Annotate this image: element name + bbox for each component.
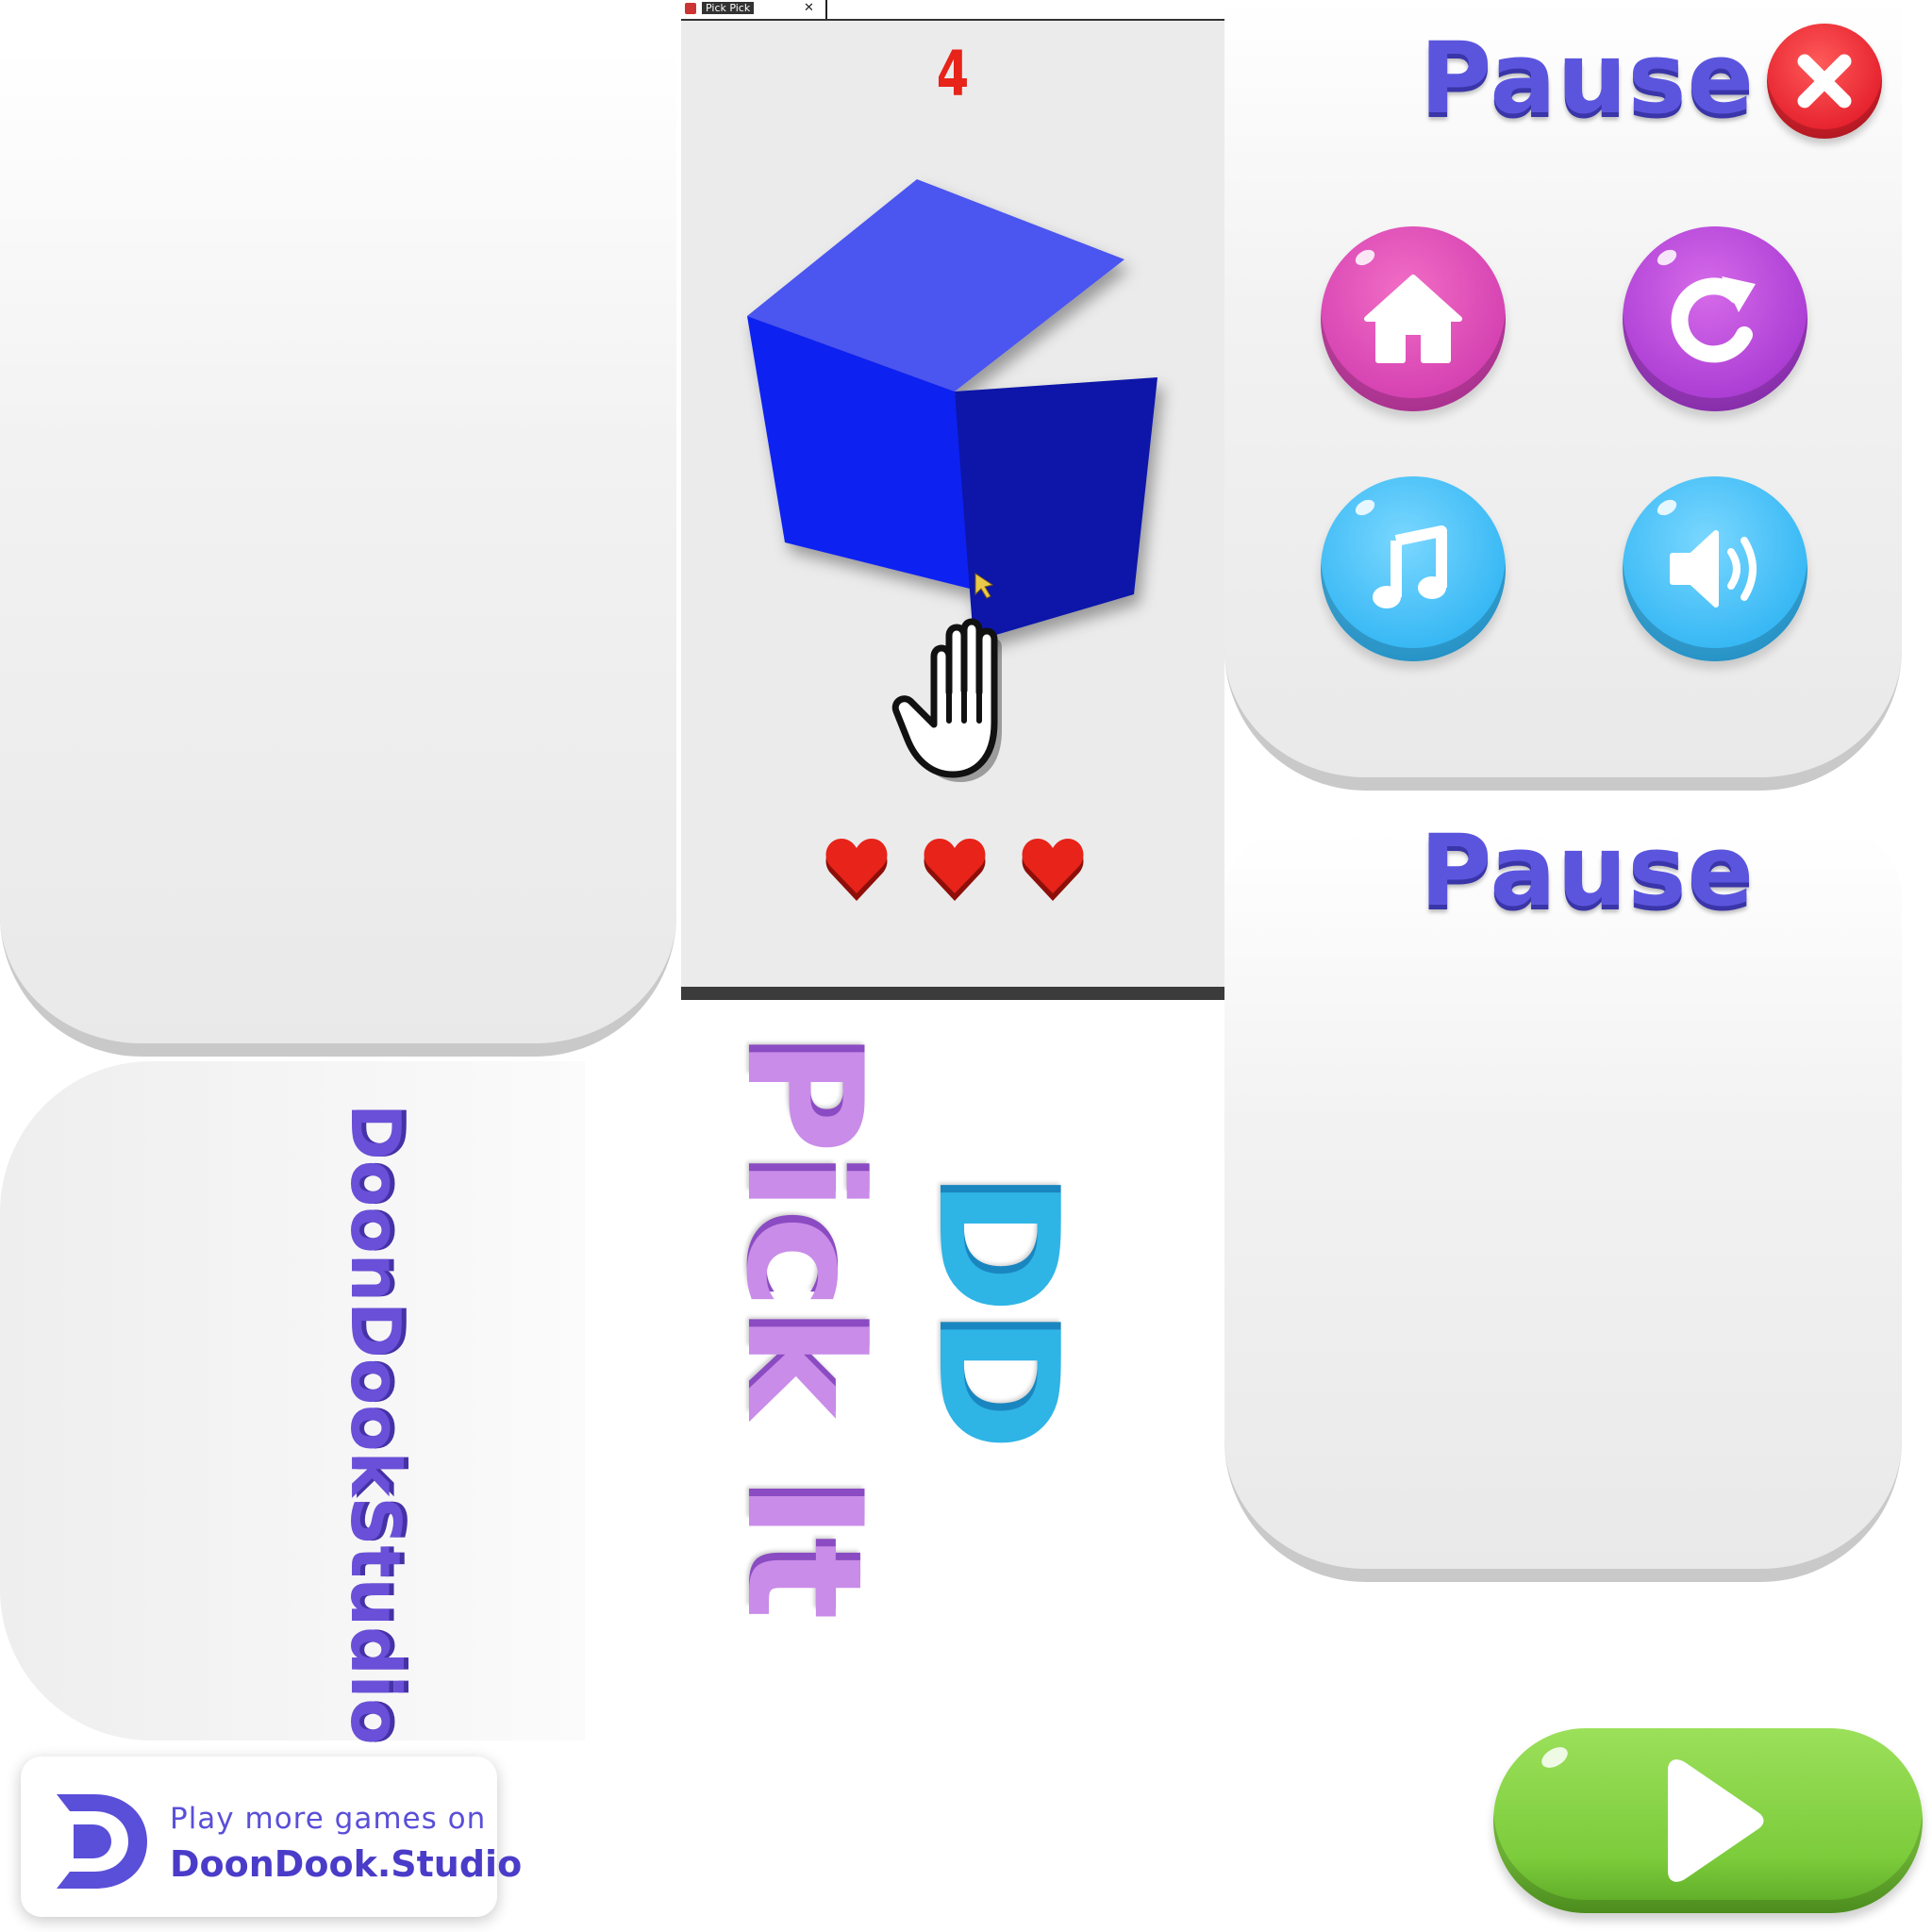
doondook-logo-icon bbox=[57, 1794, 147, 1889]
blank-panel-bottom-left bbox=[0, 1061, 585, 1740]
close-button[interactable] bbox=[1767, 24, 1882, 139]
window-title: Pick Pick bbox=[702, 2, 755, 14]
lives-row bbox=[823, 835, 1087, 903]
game-screen[interactable]: Pick Pick ✕ 4 bbox=[681, 0, 1224, 1000]
restart-button[interactable] bbox=[1623, 226, 1807, 411]
app-icon bbox=[685, 3, 696, 14]
promo-text: Play more games on bbox=[170, 1802, 487, 1836]
sound-button[interactable] bbox=[1623, 476, 1807, 661]
taskbar bbox=[681, 987, 1224, 1000]
game-title-logo: Pick It bbox=[711, 1038, 896, 1624]
dd-logo-letters: DD bbox=[901, 1177, 1092, 1452]
pause-title-secondary: Pause bbox=[1420, 813, 1756, 928]
heart-icon bbox=[825, 839, 888, 901]
music-note-icon bbox=[1373, 525, 1447, 608]
cube-side-face bbox=[955, 377, 1158, 641]
play-button[interactable] bbox=[1493, 1728, 1923, 1913]
heart-icon bbox=[1022, 839, 1084, 901]
hand-pointer-icon bbox=[891, 618, 1002, 782]
home-button[interactable] bbox=[1321, 226, 1506, 411]
pause-title: Pause bbox=[1420, 21, 1756, 136]
heart-icon bbox=[924, 839, 986, 901]
window-divider bbox=[825, 0, 827, 19]
promo-card[interactable]: Play more games on DoonDook.Studio bbox=[21, 1757, 522, 1917]
window-close-icon[interactable]: ✕ bbox=[804, 1, 814, 15]
window-titlebar: Pick Pick ✕ bbox=[681, 0, 1224, 21]
promo-site-link[interactable]: DoonDook.Studio bbox=[170, 1843, 522, 1885]
score-counter: 4 bbox=[936, 38, 970, 110]
close-icon bbox=[1797, 54, 1852, 108]
restart-icon bbox=[1671, 276, 1756, 363]
pause-panel-empty bbox=[1224, 830, 1902, 1582]
studio-name-vertical: DoonDookStudio bbox=[336, 1104, 415, 1745]
play-icon bbox=[1667, 1759, 1763, 1882]
speaker-icon bbox=[1670, 530, 1757, 608]
music-button[interactable] bbox=[1321, 476, 1506, 661]
blue-cube[interactable] bbox=[681, 151, 1224, 679]
home-icon bbox=[1364, 275, 1462, 363]
blank-panel-top-left bbox=[0, 47, 676, 1057]
